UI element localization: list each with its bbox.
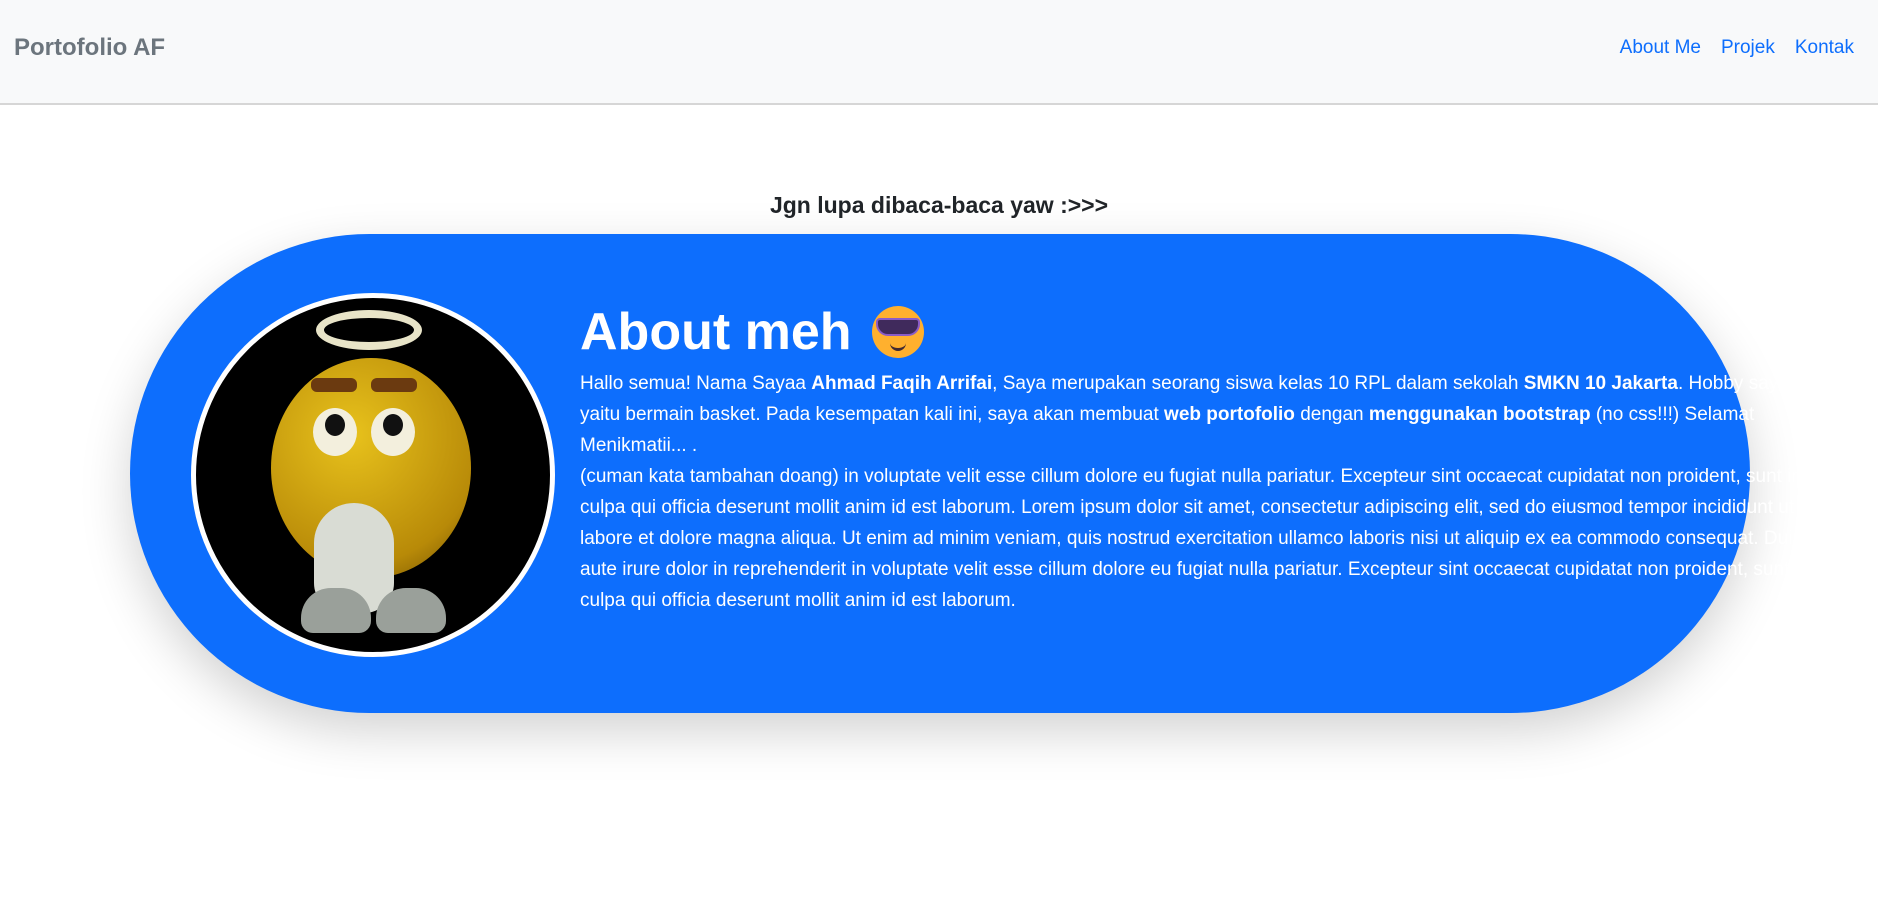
- nav-links: About Me Projek Kontak: [1620, 37, 1854, 59]
- web-portfolio-bold: web portofolio: [1164, 404, 1295, 425]
- navbar: Portofolio AF About Me Projek Kontak: [0, 0, 1878, 105]
- about-card: About meh Hallo semua! Nama Sayaa Ahmad …: [130, 234, 1809, 713]
- avatar-image: [191, 293, 555, 657]
- nav-link-projek[interactable]: Projek: [1721, 37, 1775, 59]
- nav-link-kontak[interactable]: Kontak: [1795, 37, 1854, 59]
- brand-link[interactable]: Portofolio AF: [14, 34, 165, 62]
- about-heading: About meh: [580, 300, 1820, 364]
- about-content: About meh Hallo semua! Nama Sayaa Ahmad …: [580, 300, 1820, 616]
- sunglasses-emoji-icon: [871, 306, 924, 358]
- intro-paragraph: Hallo semua! Nama Sayaa Ahmad Faqih Arri…: [580, 368, 1820, 616]
- filler-text: (cuman kata tambahan doang) in voluptate…: [580, 466, 1810, 611]
- tagline: Jgn lupa dibaca-baca yaw :>>>: [769, 192, 1109, 218]
- bootstrap-bold: menggunakan bootstrap: [1368, 404, 1591, 425]
- about-heading-text: About meh: [580, 303, 852, 361]
- halo-shape: [316, 310, 422, 350]
- shoe: [301, 588, 371, 633]
- eye: [313, 408, 357, 456]
- eye: [371, 408, 415, 456]
- text: Hallo semua! Nama Sayaa: [580, 373, 812, 394]
- nav-link-about-me[interactable]: About Me: [1620, 37, 1701, 59]
- school-bold: SMKN 10 Jakarta: [1523, 373, 1678, 394]
- name-bold: Ahmad Faqih Arrifai: [811, 373, 993, 394]
- text: , Saya merupakan seorang siswa kelas 10 …: [992, 373, 1524, 394]
- brow: [371, 378, 417, 392]
- brow: [311, 378, 357, 392]
- text: dengan: [1294, 404, 1369, 425]
- shoe: [376, 588, 446, 633]
